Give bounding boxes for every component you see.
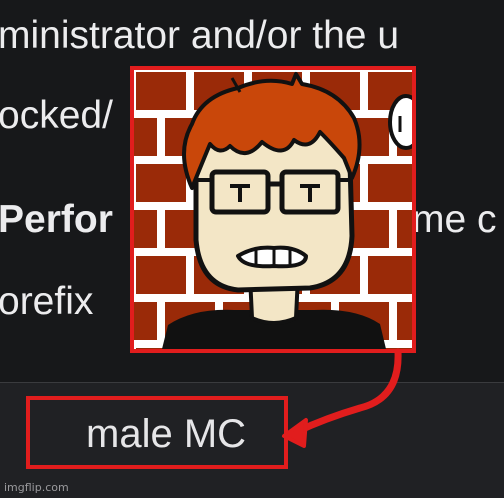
profile-display-name[interactable]: male MC: [86, 414, 246, 454]
cartoon-avatar-icon: [134, 70, 412, 349]
background-text-line-1: ministrator and/or the u: [0, 14, 400, 57]
brick: [136, 256, 186, 294]
background-text-line-3-bold: Perfor: [0, 198, 113, 241]
brick: [397, 302, 412, 340]
brick: [368, 256, 412, 294]
profile-avatar[interactable]: [130, 66, 416, 353]
background-text-line-3-rest: me c: [412, 198, 497, 241]
brick: [134, 210, 157, 248]
brick: [134, 302, 157, 340]
imgflip-watermark: imgflip.com: [4, 481, 69, 494]
brick: [397, 210, 412, 248]
brick: [368, 164, 412, 202]
brick: [136, 164, 186, 202]
brick: [134, 118, 157, 156]
background-text-line-2: ocked/: [0, 94, 113, 137]
background-text-line-4: orefix: [0, 280, 94, 323]
speech-bubble-icon: [388, 94, 412, 150]
brick: [136, 72, 186, 110]
